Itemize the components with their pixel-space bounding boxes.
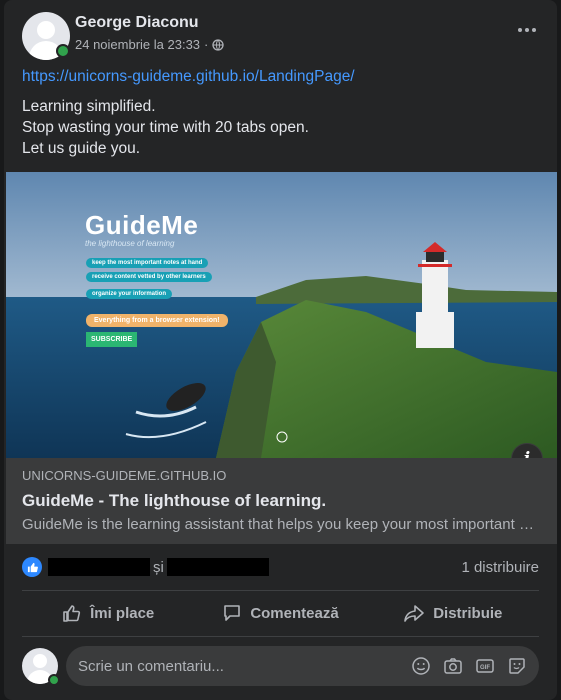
- emoji-icon[interactable]: [411, 656, 431, 676]
- author-name[interactable]: George Diaconu: [75, 14, 199, 32]
- image-subscribe-button: SUBSCRIBE: [86, 332, 138, 347]
- link-preview-meta[interactable]: UNICORNS-GUIDEME.GITHUB.IO GuideMe - The…: [6, 458, 557, 544]
- image-feature-pill: organize your information: [86, 289, 173, 299]
- post-timestamp[interactable]: 24 noiembrie la 23:33: [75, 37, 200, 52]
- like-label: Îmi place: [90, 604, 155, 622]
- svg-text:GIF: GIF: [480, 665, 490, 671]
- link-description: GuideMe is the learning assistant that h…: [22, 516, 541, 533]
- thumbs-up-icon: [63, 605, 81, 622]
- online-status-dot: [48, 674, 60, 686]
- divider: [22, 590, 539, 591]
- link-domain: UNICORNS-GUIDEME.GITHUB.IO: [22, 468, 227, 483]
- share-button[interactable]: Distribuie: [367, 592, 539, 634]
- action-bar: Îmi place Comentează Distribuie: [22, 592, 539, 634]
- comment-icon: [224, 605, 241, 621]
- reactions-connector: și: [153, 558, 164, 576]
- meta-separator: ·: [204, 37, 209, 52]
- post-link[interactable]: https://unicorns-guideme.github.io/Landi…: [22, 66, 539, 87]
- composer-icons: GIF: [411, 656, 527, 676]
- more-options-icon[interactable]: [515, 20, 539, 40]
- comment-composer: GIF: [22, 646, 539, 686]
- comment-label: Comentează: [250, 604, 339, 622]
- post-meta: 24 noiembrie la 23:33 ·: [75, 37, 225, 52]
- gif-icon[interactable]: GIF: [475, 656, 495, 676]
- shares-count[interactable]: 1 distribuire: [461, 559, 539, 576]
- link-title: GuideMe - The lighthouse of learning.: [22, 491, 327, 510]
- image-feature-pill: keep the most important notes at hand: [86, 258, 209, 268]
- share-label: Distribuie: [433, 604, 503, 622]
- post-line: Let us guide you.: [22, 140, 141, 157]
- camera-icon[interactable]: [443, 656, 463, 676]
- image-extension-note: Everything from a browser extension!: [86, 314, 228, 327]
- sticker-icon[interactable]: [507, 656, 527, 676]
- globe-icon: [212, 38, 225, 51]
- reactions-row: și 1 distribuire: [22, 552, 539, 582]
- like-reaction-icon[interactable]: [22, 557, 42, 577]
- image-feature-pill: receive content vetted by other learners: [86, 272, 212, 282]
- post-text: https://unicorns-guideme.github.io/Landi…: [4, 62, 557, 159]
- divider: [22, 636, 539, 637]
- post-line: Stop wasting your time with 20 tabs open…: [22, 119, 309, 136]
- redacted-name: [166, 558, 269, 576]
- comment-button[interactable]: Comentează: [194, 592, 366, 634]
- redacted-name: [48, 558, 150, 576]
- post-card: George Diaconu 24 noiembrie la 23:33 · h…: [4, 0, 557, 700]
- post-header: George Diaconu 24 noiembrie la 23:33 ·: [4, 0, 557, 62]
- post-line: Learning simplified.: [22, 98, 156, 115]
- share-arrow-icon: [404, 605, 425, 622]
- image-brand-text: GuideMe: [85, 210, 199, 240]
- like-button[interactable]: Îmi place: [22, 592, 194, 634]
- link-preview-image[interactable]: GuideMe the lighthouse of learning keep …: [6, 172, 557, 458]
- online-status-dot: [56, 44, 70, 58]
- image-tagline: the lighthouse of learning: [85, 239, 175, 248]
